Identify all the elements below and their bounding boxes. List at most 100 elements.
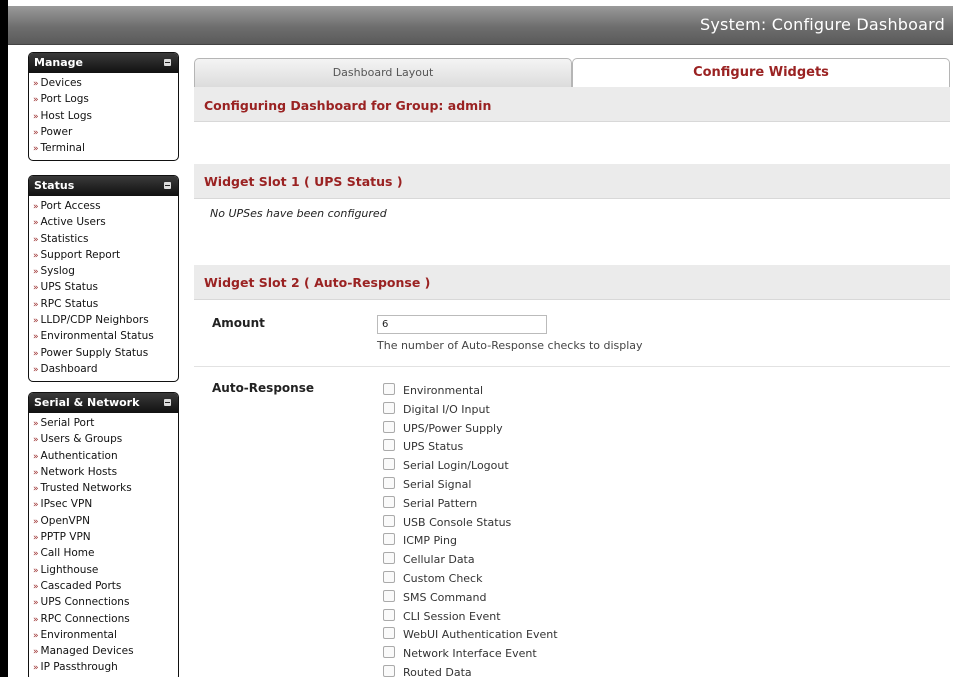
bullet-icon: » bbox=[33, 630, 39, 641]
sidebar-serial-network-item[interactable]: » Trusted Networks bbox=[33, 481, 178, 497]
main-content: Dashboard Layout Configure Widgets Confi… bbox=[194, 58, 950, 677]
checkbox[interactable] bbox=[383, 420, 395, 433]
checkbox[interactable] bbox=[383, 533, 395, 546]
checkbox[interactable] bbox=[383, 477, 395, 489]
checkbox[interactable] bbox=[383, 401, 395, 414]
auto-response-option[interactable]: USB Console Status bbox=[383, 514, 512, 533]
auto-response-label: Auto-Response bbox=[212, 381, 314, 395]
checkbox[interactable] bbox=[383, 439, 395, 452]
auto-response-option[interactable]: Serial Signal bbox=[383, 477, 471, 495]
checkbox[interactable] bbox=[383, 589, 395, 602]
sidebar-serial-network-item[interactable]: » PPTP VPN bbox=[33, 530, 178, 546]
sidebar-serial-network-item[interactable]: » OpenVPN bbox=[33, 514, 178, 530]
sidebar-serial-network-item[interactable]: » IP Passthrough bbox=[33, 660, 178, 676]
checkbox[interactable] bbox=[383, 514, 395, 527]
tab-dashboard-layout[interactable]: Dashboard Layout bbox=[194, 58, 572, 87]
sidebar-status-item[interactable]: » Active Users bbox=[33, 215, 178, 231]
amount-input[interactable] bbox=[377, 315, 547, 334]
sidebar-serial-network-item[interactable]: » Call Home bbox=[33, 546, 178, 562]
sidebar-serial-network-item[interactable]: » RPC Connections bbox=[33, 612, 178, 628]
auto-response-option[interactable]: WebUI Authentication Event bbox=[383, 627, 558, 645]
bullet-icon: » bbox=[33, 581, 39, 592]
sidebar-serial-network-item[interactable]: » IPsec VPN bbox=[33, 497, 178, 513]
checkbox[interactable] bbox=[383, 458, 395, 471]
divider bbox=[194, 366, 950, 367]
checkbox[interactable] bbox=[383, 552, 395, 565]
bullet-icon: » bbox=[33, 565, 39, 576]
sidebar-serial-network-item[interactable]: » Managed Devices bbox=[33, 644, 178, 660]
bullet-icon: » bbox=[33, 218, 39, 229]
checkbox[interactable] bbox=[383, 383, 395, 395]
bullet-icon: » bbox=[33, 500, 39, 511]
sidebar-manage-item-label: Power bbox=[40, 125, 73, 138]
sidebar-status-item[interactable]: » UPS Status bbox=[33, 280, 178, 296]
auto-response-option[interactable]: Serial Pattern bbox=[383, 495, 478, 514]
auto-response-option[interactable]: Network Interface Event bbox=[383, 646, 537, 664]
sidebar-serial-network-item[interactable]: » Environmental bbox=[33, 628, 178, 644]
sidebar-manage-item-label: Devices bbox=[40, 77, 82, 89]
sidebar-status-item[interactable]: » Syslog bbox=[33, 264, 178, 280]
checkbox[interactable] bbox=[383, 608, 395, 621]
minimize-icon[interactable] bbox=[164, 399, 171, 406]
sidebar-manage-item[interactable]: » Devices bbox=[33, 76, 178, 92]
checkbox[interactable] bbox=[383, 571, 395, 583]
bullet-icon: » bbox=[33, 435, 39, 446]
sidebar-status-item[interactable]: » Port Access bbox=[33, 199, 178, 215]
auto-response-option[interactable]: Environmental bbox=[383, 383, 483, 401]
sidebar-status-list: » Port Access» Active Users» Statistics» Sup… bbox=[29, 196, 178, 381]
checkbox[interactable] bbox=[383, 646, 395, 659]
sidebar-serial-network-item[interactable]: » Lighthouse bbox=[33, 563, 178, 579]
bullet-icon: » bbox=[33, 467, 39, 478]
auto-response-option[interactable]: Cellular Data bbox=[383, 552, 475, 570]
sidebar-status-item[interactable]: » Power Supply Status bbox=[33, 346, 178, 362]
auto-response-option[interactable]: UPS Status bbox=[383, 439, 463, 457]
sidebar-status-item[interactable]: » LLDP/CDP Neighbors bbox=[33, 313, 178, 329]
sidebar-serial-network-item[interactable]: » Users & Groups bbox=[33, 432, 178, 448]
sidebar-serial-network-item-label: UPS Connections bbox=[40, 596, 130, 609]
auto-response-option[interactable]: Routed Data bbox=[383, 665, 472, 677]
bullet-icon: » bbox=[33, 144, 39, 155]
auto-response-option[interactable]: Digital I/O Input bbox=[383, 401, 490, 420]
auto-response-option-label: USB Console Status bbox=[403, 515, 512, 529]
sidebar-status-item[interactable]: » Dashboard bbox=[33, 362, 178, 378]
bullet-icon: » bbox=[33, 614, 39, 625]
minimize-icon[interactable] bbox=[164, 182, 171, 189]
sidebar-status-item[interactable]: » RPC Status bbox=[33, 297, 178, 313]
sidebar-status-item[interactable]: » Support Report bbox=[33, 248, 178, 264]
auto-response-option[interactable]: Custom Check bbox=[383, 571, 482, 589]
minimize-icon[interactable] bbox=[164, 59, 171, 66]
sidebar-status-item-label: Environmental Status bbox=[40, 330, 154, 343]
sidebar-manage-item[interactable]: » Host Logs bbox=[33, 109, 178, 125]
auto-response-option[interactable]: CLI Session Event bbox=[383, 608, 501, 627]
widget-slot-2-heading: Widget Slot 2 ( Auto-Response ) bbox=[194, 265, 950, 300]
sidebar-manage-item[interactable]: » Terminal bbox=[33, 141, 178, 157]
sidebar-serial-network-list: » Serial Port» Users & Groups» Authenticati… bbox=[29, 413, 178, 677]
sidebar-serial-network-item[interactable]: » Serial Port bbox=[33, 416, 178, 432]
sidebar-serial-network-item[interactable]: » Authentication bbox=[33, 449, 178, 465]
auto-response-option-label: Serial Pattern bbox=[403, 496, 478, 510]
sidebar-status-item[interactable]: » Environmental Status bbox=[33, 329, 178, 345]
sidebar-serial-network-item[interactable]: » Cascaded Ports bbox=[33, 579, 178, 595]
bullet-icon: » bbox=[33, 234, 39, 245]
bullet-icon: » bbox=[33, 283, 39, 294]
sidebar-status-item-label: Power Supply Status bbox=[40, 346, 149, 359]
sidebar-status-item-label: Support Report bbox=[40, 248, 121, 261]
checkbox[interactable] bbox=[383, 495, 395, 508]
bullet-icon: » bbox=[33, 663, 39, 674]
auto-response-option[interactable]: SMS Command bbox=[383, 589, 487, 608]
auto-response-option[interactable]: ICMP Ping bbox=[383, 533, 457, 551]
sidebar-status-title: Status bbox=[34, 179, 75, 192]
sidebar-serial-network-item[interactable]: » Network Hosts bbox=[33, 465, 178, 481]
sidebar-manage-item[interactable]: » Port Logs bbox=[33, 92, 178, 108]
tab-configure-widgets[interactable]: Configure Widgets bbox=[572, 58, 950, 87]
bullet-icon: » bbox=[33, 95, 39, 106]
checkbox[interactable] bbox=[383, 627, 395, 640]
sidebar-status-item[interactable]: » Statistics bbox=[33, 232, 178, 248]
sidebar-manage-item-label: Host Logs bbox=[40, 109, 92, 122]
sidebar-serial-network-item[interactable]: » UPS Connections bbox=[33, 595, 178, 611]
sidebar-serial-network-item-label: Lighthouse bbox=[40, 563, 99, 576]
auto-response-option[interactable]: UPS/Power Supply bbox=[383, 420, 503, 439]
sidebar-manage-item[interactable]: » Power bbox=[33, 125, 178, 141]
auto-response-option[interactable]: Serial Login/Logout bbox=[383, 458, 509, 476]
checkbox[interactable] bbox=[383, 665, 395, 677]
